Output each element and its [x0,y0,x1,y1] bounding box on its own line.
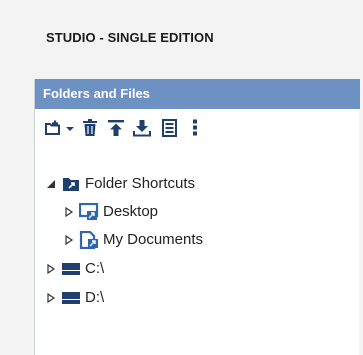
panel-toolbar [35,117,360,143]
drive-icon [61,260,81,278]
expand-arrow-icon[interactable] [63,234,75,246]
desktop-shortcut-icon [79,203,99,221]
add-dropdown-button[interactable] [64,119,76,141]
delete-button[interactable] [79,118,101,142]
expand-arrow-icon[interactable] [45,292,57,304]
app-title: STUDIO - SINGLE EDITION [46,30,214,45]
tree-item-desktop[interactable]: Desktop [63,200,158,224]
more-options-button[interactable] [188,119,202,141]
expand-arrow-icon[interactable] [63,206,75,218]
tree-item-drive-d[interactable]: D:\ [45,286,104,310]
list-view-button[interactable] [158,118,180,142]
documents-shortcut-icon [79,231,99,249]
tree-item-label: Desktop [103,203,159,220]
add-folder-button[interactable] [42,119,64,141]
list-icon [161,118,177,142]
trash-icon [82,118,98,142]
drive-icon [61,289,81,307]
tree-item-label: Folder Shortcuts [85,175,196,192]
tree-item-drive-c[interactable]: C:\ [45,257,104,281]
download-button[interactable] [131,119,153,141]
folders-and-files-panel: Folders and Files Folder Shortcuts Deskt… [34,79,360,355]
tree-item-label: My Documents [103,231,204,248]
collapse-arrow-icon[interactable] [45,178,57,190]
dropdown-arrow-icon [65,121,75,139]
upload-button[interactable] [105,119,127,141]
upload-icon [107,119,125,142]
tree-item-my-documents[interactable]: My Documents [63,228,203,252]
expand-arrow-icon[interactable] [45,263,57,275]
more-vertical-icon [192,119,198,142]
add-folder-icon [44,119,62,142]
app-window: STUDIO - SINGLE EDITION Folders and File… [0,0,363,355]
tree-item-label: C:\ [85,260,105,277]
tree-item-label: D:\ [85,289,105,306]
download-icon [133,119,151,142]
folder-shortcut-icon [61,175,81,193]
tree-item-folder-shortcuts[interactable]: Folder Shortcuts [45,172,195,196]
panel-header: Folders and Files [35,79,360,109]
